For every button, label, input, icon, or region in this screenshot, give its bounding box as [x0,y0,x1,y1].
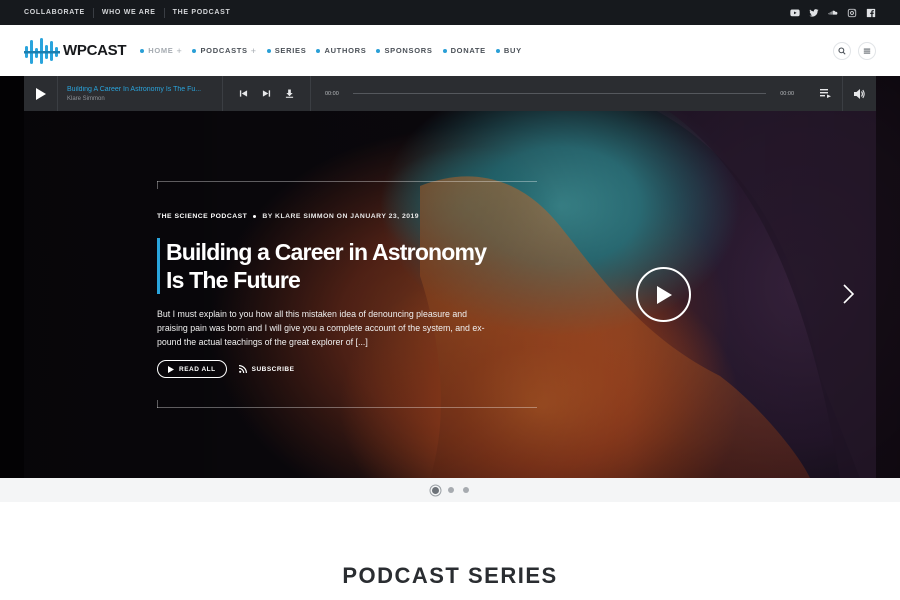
nav-item-label: PODCASTS [200,46,248,55]
player-track-title[interactable]: Building A Career In Astronomy Is The Fu… [67,86,222,93]
volume-button[interactable] [842,76,876,111]
nav-dot [266,48,271,53]
meta-separator [253,215,257,218]
playlist-button[interactable] [808,76,842,111]
nav-item-label: DONATE [450,46,486,55]
hamburger-icon [863,48,871,54]
nav-item-label: HOME [148,46,174,55]
read-all-button[interactable]: READ ALL [157,360,227,378]
slider-next-button[interactable] [842,284,855,309]
nav-dot [376,48,381,53]
nav-item-podcasts[interactable]: PODCASTS + [192,46,256,56]
nav-dot [192,48,197,53]
main-nav: HOME + PODCASTS + SERIES AUTHORS SPONSORS … [140,46,532,56]
top-link-who-we-are[interactable]: WHO WE ARE [92,7,164,18]
plus-icon: + [250,45,257,56]
previous-icon[interactable] [239,89,248,98]
nav-item-label: AUTHORS [324,46,367,55]
slider-pagination [0,478,900,502]
menu-button[interactable] [858,41,876,60]
slider-dot[interactable] [462,487,469,493]
nav-item-label: BUY [503,46,522,55]
nav-item-sponsors[interactable]: SPONSORS [376,46,432,55]
post-excerpt: But I must explain to you how all this m… [157,309,485,347]
soundcloud-icon[interactable] [827,7,838,18]
player-track-author: Klare Simmon [67,95,105,102]
youtube-icon[interactable] [789,7,800,18]
site-logo[interactable]: WPCAST [24,36,127,66]
facebook-icon[interactable] [865,7,876,18]
frame-line-bottom [157,407,537,408]
post-actions: READ ALL SUBSCRIBE [157,360,294,378]
hero-edge-right [876,76,900,478]
top-bar: COLLABORATE WHO WE ARE THE PODCAST [0,0,900,25]
header-tools [833,41,876,60]
play-icon [168,365,174,373]
twitter-icon[interactable] [808,7,819,18]
playlist-icon [819,89,831,98]
nav-item-label: SERIES [274,46,307,55]
nav-item-series[interactable]: SERIES [266,46,307,55]
top-link-the-podcast[interactable]: THE PODCAST [163,7,239,18]
nav-dot [316,48,321,53]
main-header: WPCAST HOME + PODCASTS + SERIES AUTHORS SP… [0,25,900,76]
chevron-right-icon [843,284,855,304]
logo-waveform-icon [24,37,60,64]
audio-player: Building A Career In Astronomy Is The Fu… [24,76,876,111]
player-controls [223,76,311,111]
subscribe-button[interactable]: SUBSCRIBE [238,365,295,373]
play-icon [36,87,46,100]
search-icon [838,46,846,55]
post-category[interactable]: THE SCIENCE PODCAST [157,213,247,220]
slider-dot[interactable] [431,486,439,494]
nav-item-buy[interactable]: BUY [495,46,522,55]
search-button[interactable] [833,41,851,60]
rss-icon [238,365,247,373]
next-icon[interactable] [262,89,271,98]
hero-play-button[interactable] [636,267,691,322]
plus-icon: + [176,45,183,56]
frame-tick-top [157,181,158,189]
nav-item-donate[interactable]: DONATE [442,46,486,55]
nav-dot [140,48,145,53]
nav-item-home[interactable]: HOME + [140,46,182,56]
frame-tick-bottom [157,400,158,408]
post-title[interactable]: Building a Career in Astronomy Is The Fu… [166,238,506,294]
logo-text: WPCAST [63,42,127,59]
post-meta: THE SCIENCE PODCAST BY KLARE SIMMON ON J… [157,213,419,220]
post-title-wrap: Building a Career in Astronomy Is The Fu… [157,238,506,294]
download-icon[interactable] [285,89,294,98]
hero-content: THE SCIENCE PODCAST BY KLARE SIMMON ON J… [157,181,537,408]
frame-line-top [157,181,537,182]
play-icon [656,285,672,304]
top-links: COLLABORATE WHO WE ARE THE PODCAST [24,7,239,18]
top-link-collaborate[interactable]: COLLABORATE [24,8,93,18]
player-track-info: Building A Career In Astronomy Is The Fu… [58,76,223,111]
player-play-button[interactable] [24,76,58,111]
nav-item-authors[interactable]: AUTHORS [316,46,366,55]
post-byline: BY KLARE SIMMON ON JANUARY 23, 2019 [262,213,420,220]
volume-icon [854,88,865,99]
read-all-label: READ ALL [179,365,216,373]
hero-edge-left [0,76,24,478]
nav-dot [442,48,447,53]
section-title: PODCAST SERIES [342,563,558,588]
subscribe-label: SUBSCRIBE [251,365,295,373]
social-links [789,7,876,18]
nav-item-label: SPONSORS [384,46,433,55]
player-time-total: 00:00 [780,90,794,97]
instagram-icon[interactable] [846,7,857,18]
player-time-current: 00:00 [325,90,339,97]
player-progress-bar[interactable] [352,93,767,94]
nav-dot [495,48,500,53]
slider-dot[interactable] [447,487,454,493]
